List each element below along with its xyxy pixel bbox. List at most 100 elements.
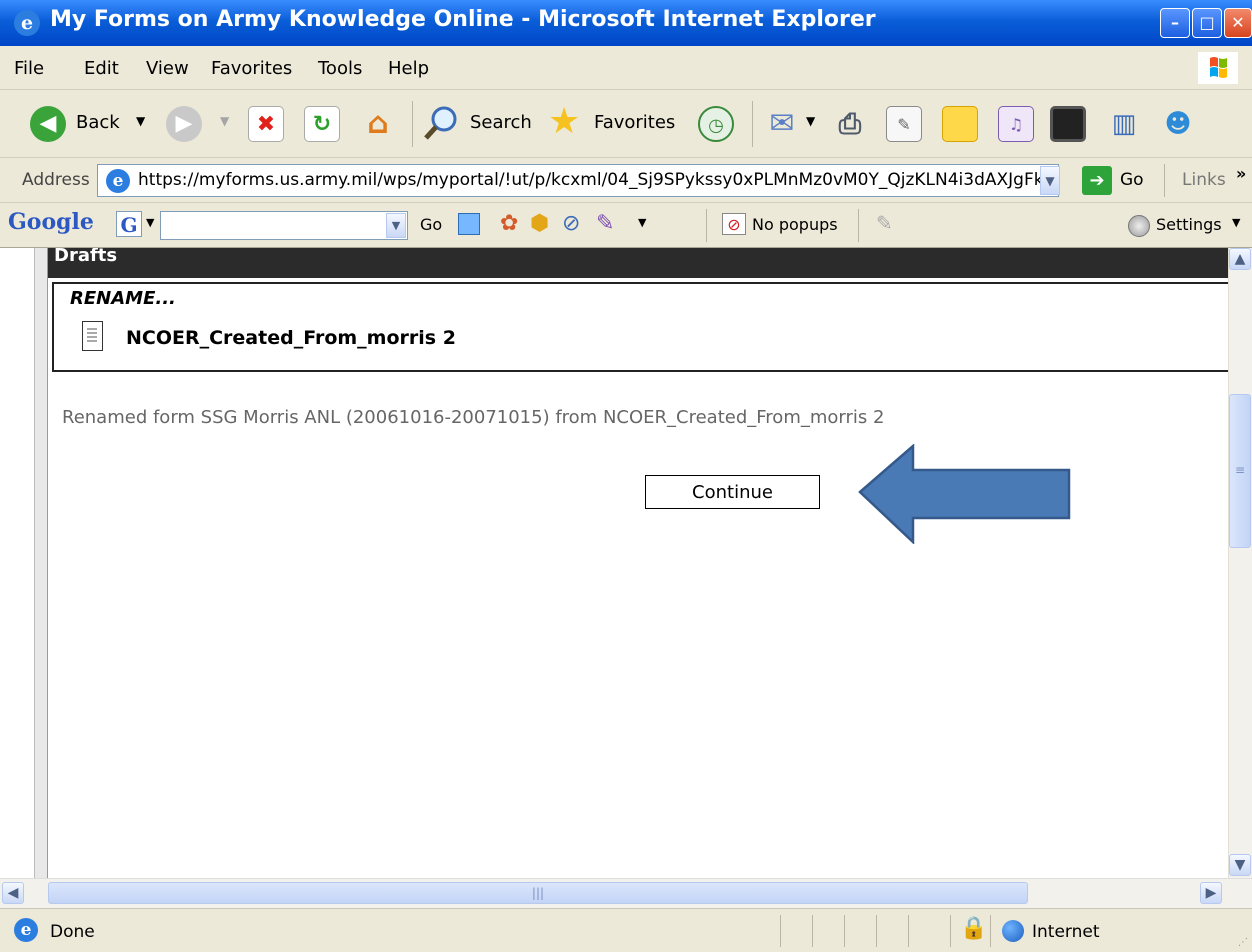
settings-dropdown-icon[interactable]: ▼ — [1232, 216, 1240, 229]
maximize-button[interactable]: □ — [1192, 8, 1222, 38]
ssl-lock-icon[interactable]: 🔒 — [960, 916, 987, 941]
window-title: My Forms on Army Knowledge Online - Micr… — [50, 7, 876, 32]
rename-panel: RENAME... NCOER_Created_From_morris 2 — [52, 282, 1228, 372]
windows-flag-icon — [1198, 52, 1238, 84]
research-icon[interactable]: ▥ — [1106, 106, 1142, 142]
menu-edit[interactable]: Edit — [84, 58, 119, 79]
horizontal-scroll-thumb[interactable]: ||| — [48, 882, 1028, 904]
scroll-right-button[interactable]: ▶ — [1200, 882, 1222, 904]
google-logo: Google — [8, 209, 94, 235]
mail-dropdown-icon[interactable]: ▼ — [806, 114, 815, 128]
google-images-icon[interactable] — [458, 213, 480, 235]
google-search-dropdown-icon[interactable]: ▼ — [386, 213, 406, 238]
media-icon[interactable] — [1050, 106, 1086, 142]
status-separator — [876, 915, 877, 947]
go-arrow-icon[interactable]: ➔ — [1082, 166, 1112, 195]
google-tools-dropdown-icon[interactable]: ▼ — [638, 216, 646, 229]
search-button[interactable]: Search — [470, 112, 532, 133]
history-icon[interactable]: ◷ — [698, 106, 734, 142]
favorites-star-icon[interactable]: ★ — [548, 102, 580, 142]
document-name: NCOER_Created_From_morris 2 — [126, 327, 456, 349]
google-pagerank-icon[interactable]: ✎ — [596, 211, 614, 236]
ie-logo-icon: e — [14, 10, 40, 36]
google-froogle-icon[interactable]: ⬢ — [530, 211, 549, 236]
favorites-button[interactable]: Favorites — [594, 112, 675, 133]
address-dropdown-icon[interactable]: ▼ — [1040, 166, 1060, 195]
edit-icon[interactable]: ✎ — [886, 106, 922, 142]
status-separator — [844, 915, 845, 947]
stop-icon[interactable]: ✖ — [248, 106, 284, 142]
left-margin — [0, 248, 34, 878]
menu-help[interactable]: Help — [388, 58, 429, 79]
toolbar-separator — [752, 101, 753, 147]
google-g-icon[interactable]: G — [116, 211, 142, 237]
vertical-scrollbar[interactable]: ▲ ≡ ▼ — [1228, 248, 1252, 878]
highlight-icon[interactable]: ✎ — [876, 211, 893, 235]
menu-tools[interactable]: Tools — [318, 58, 362, 79]
scroll-up-button[interactable]: ▲ — [1229, 248, 1251, 270]
status-separator — [950, 915, 951, 947]
settings-radio-icon[interactable] — [1128, 215, 1150, 237]
page-status-icon: e — [14, 918, 38, 942]
google-go-button[interactable]: Go — [420, 215, 442, 234]
messenger-icon[interactable]: ☻ — [1160, 106, 1196, 142]
internet-zone-icon — [1002, 920, 1024, 942]
horizontal-scrollbar[interactable]: ◀ ||| ▶ — [0, 878, 1252, 908]
resize-grip-icon[interactable]: ⋰ — [1238, 937, 1248, 948]
menu-file[interactable]: File — [14, 58, 44, 79]
status-separator — [812, 915, 813, 947]
google-news-icon[interactable]: ✿ — [500, 211, 518, 236]
toolbar-separator — [706, 209, 707, 242]
document-icon — [82, 321, 103, 351]
google-search-input[interactable] — [160, 211, 408, 240]
home-icon[interactable]: ⌂ — [360, 106, 396, 142]
toolbar-separator — [1164, 164, 1165, 197]
popup-blocker-button[interactable]: No popups — [752, 215, 838, 234]
links-button[interactable]: Links — [1182, 170, 1226, 190]
address-input[interactable]: https://myforms.us.army.mil/wps/myportal… — [97, 164, 1059, 197]
menu-view[interactable]: View — [146, 58, 189, 79]
popup-blocker-icon[interactable]: ⊘ — [722, 213, 746, 235]
messenger-research-icon[interactable]: ♫ — [998, 106, 1034, 142]
address-bar: Address https://myforms.us.army.mil/wps/… — [0, 158, 1252, 203]
security-zone-label: Internet — [1032, 922, 1100, 942]
page-content: Drafts RENAME... NCOER_Created_From_morr… — [0, 248, 1252, 878]
settings-button[interactable]: Settings — [1156, 215, 1222, 234]
vertical-scroll-thumb[interactable]: ≡ — [1229, 394, 1251, 548]
go-button[interactable]: Go — [1120, 170, 1144, 190]
forward-arrow-icon[interactable]: ▶ — [166, 106, 202, 142]
google-toolbar: Google G ▼ ▼ Go ✿ ⬢ ⊘ ✎ ▼ ⊘ No popups ✎ … — [0, 203, 1252, 248]
scroll-down-button[interactable]: ▼ — [1229, 854, 1251, 876]
rename-confirmation-message: Renamed form SSG Morris ANL (20061016-20… — [62, 407, 885, 428]
links-more-icon[interactable]: » — [1236, 164, 1246, 183]
mail-icon[interactable]: ✉ — [764, 106, 800, 142]
status-separator — [908, 915, 909, 947]
status-separator — [990, 915, 991, 947]
close-button[interactable]: ✕ — [1224, 8, 1252, 38]
back-dropdown-icon[interactable]: ▼ — [136, 114, 145, 128]
refresh-icon[interactable]: ↻ — [304, 106, 340, 142]
back-button[interactable]: Back — [76, 112, 120, 133]
toolbar-separator — [858, 209, 859, 242]
menu-bar: File Edit View Favorites Tools Help — [0, 46, 1252, 90]
left-border — [34, 248, 48, 878]
drafts-section-header: Drafts — [48, 248, 1228, 278]
status-text: Done — [50, 922, 95, 942]
title-bar[interactable]: e My Forms on Army Knowledge Online - Mi… — [0, 0, 1252, 46]
status-bar: e Done 🔒 Internet ⋰ — [0, 908, 1252, 952]
back-arrow-icon[interactable]: ◀ — [30, 106, 66, 142]
forward-dropdown-icon[interactable]: ▼ — [220, 114, 229, 128]
google-search-site-icon[interactable]: ⊘ — [562, 211, 580, 236]
page-icon: e — [106, 169, 130, 193]
discuss-icon[interactable] — [942, 106, 978, 142]
search-icon[interactable] — [422, 104, 462, 148]
status-separator — [780, 915, 781, 947]
print-icon[interactable]: ⎙ — [832, 106, 868, 142]
google-menu-dropdown-icon[interactable]: ▼ — [146, 216, 154, 229]
minimize-button[interactable]: – — [1160, 8, 1190, 38]
menu-favorites[interactable]: Favorites — [211, 58, 292, 79]
scroll-left-button[interactable]: ◀ — [2, 882, 24, 904]
continue-button[interactable]: Continue — [645, 475, 820, 509]
annotation-arrow — [858, 444, 1071, 544]
standard-toolbar: ◀ Back ▼ ▶ ▼ ✖ ↻ ⌂ Search ★ Favorites ◷ … — [0, 90, 1252, 158]
